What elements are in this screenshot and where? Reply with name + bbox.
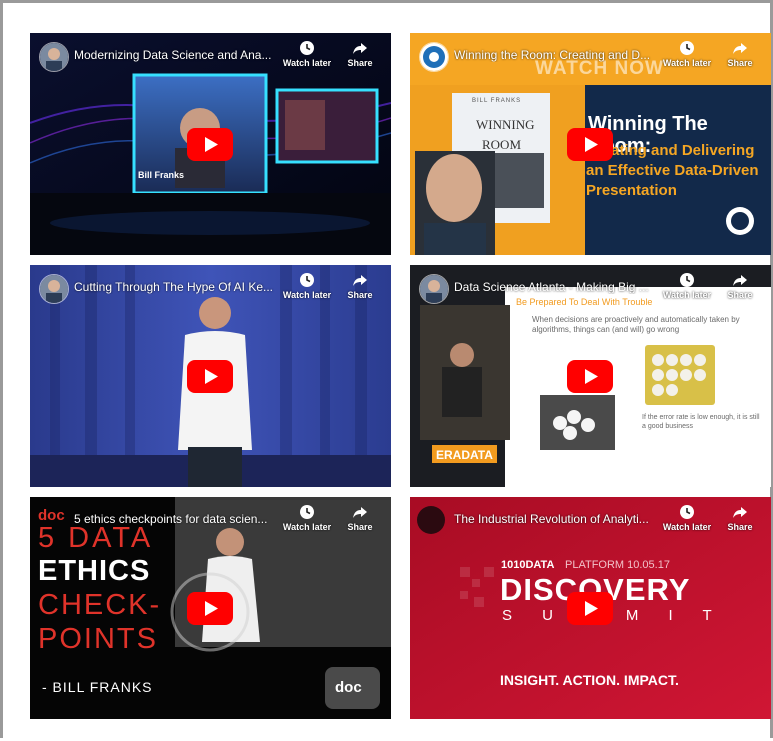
share-button[interactable]: Share [340,272,380,300]
watch-later-button[interactable]: Watch later [278,272,336,300]
svg-text:Bill Franks: Bill Franks [138,170,184,180]
share-arrow-icon [720,504,760,522]
video-tile-data-science-atlanta[interactable]: Be Prepared To Deal With Trouble When de… [410,265,771,487]
tagline: INSIGHT. ACTION. IMPACT. [500,672,679,688]
channel-avatar[interactable] [39,42,69,72]
watch-later-label: Watch later [282,290,332,300]
share-arrow-icon [340,272,380,290]
book-title-2: ROOM [482,137,522,152]
video-tile-modernizing[interactable]: Bill Franks Modernizing Data Science and… [30,33,391,255]
video-title[interactable]: Cutting Through The Hype Of AI Ke... [74,280,279,294]
share-label: Share [347,58,373,68]
doc-logo-bottom: doc [335,679,362,696]
share-label: Share [727,522,753,532]
share-button[interactable]: Share [340,504,380,532]
watch-later-label: Watch later [662,522,712,532]
share-button[interactable]: Share [720,40,760,68]
watch-later-label: Watch later [662,290,712,300]
channel-avatar[interactable] [419,274,449,304]
channel-avatar[interactable] [419,42,449,72]
watch-later-label: Watch later [282,522,332,532]
share-label: Share [347,522,373,532]
slide-corner-text: If the error rate is low enough, it is s… [642,414,760,430]
watch-later-button[interactable]: Watch later [658,272,716,300]
headline-3: an Effective Data-Driven [586,162,759,179]
clock-icon [278,504,336,522]
ethics-line-2: ETHICS [38,555,151,587]
share-arrow-icon [720,40,760,58]
clock-icon [658,504,716,522]
share-button[interactable]: Share [720,504,760,532]
slide-heading: Be Prepared To Deal With Trouble [516,297,653,307]
video-title[interactable]: Winning the Room: Creating and D... [454,48,659,62]
share-label: Share [727,58,753,68]
watch-later-button[interactable]: Watch later [278,40,336,68]
video-tile-ethics-checkpoints[interactable]: doc 5 DATA ETHICS CHECK- POINTS - BILL F… [30,497,391,719]
video-title[interactable]: Data Science Atlanta - Making Big ... [454,280,659,294]
video-title[interactable]: The Industrial Revolution of Analyti... [454,512,659,526]
platform-date: PLATFORM 10.05.17 [565,559,670,571]
play-button-icon[interactable] [187,592,233,625]
watch-later-button[interactable]: Watch later [658,40,716,68]
play-button-icon[interactable] [567,592,613,625]
share-button[interactable]: Share [340,40,380,68]
video-tile-winning-room[interactable]: WATCH NOW BILL FRANKS WINNING ROOM Winni… [410,33,771,255]
share-button[interactable]: Share [720,272,760,300]
play-button-icon[interactable] [567,128,613,161]
book-author: BILL FRANKS [472,98,522,104]
video-grid: Bill Franks Modernizing Data Science and… [27,33,771,719]
ethics-byline: - BILL FRANKS [42,679,153,695]
video-tile-hype-ai[interactable]: Cutting Through The Hype Of AI Ke... Wat… [30,265,391,487]
share-arrow-icon [340,504,380,522]
video-title[interactable]: 5 ethics checkpoints for data scien... [74,512,279,526]
share-arrow-icon [340,40,380,58]
video-title[interactable]: Modernizing Data Science and Ana... [74,48,279,62]
share-label: Share [347,290,373,300]
clock-icon [278,40,336,58]
video-tile-industrial-revolution[interactable]: 1010DATA PLATFORM 10.05.17 DISCOVERY S U… [410,497,771,719]
share-label: Share [727,290,753,300]
watch-later-label: Watch later [282,58,332,68]
watch-later-label: Watch later [662,58,712,68]
slide-text: When decisions are proactively and autom… [532,315,740,334]
brand-name: 1010DATA [501,559,555,571]
headline-4: Presentation [586,182,677,199]
teradata-logo: ERADATA [436,448,493,462]
play-button-icon[interactable] [567,360,613,393]
watch-later-button[interactable]: Watch later [658,504,716,532]
play-button-icon[interactable] [187,360,233,393]
ethics-line-3: CHECK- [38,589,162,621]
share-arrow-icon [720,272,760,290]
channel-avatar[interactable] [39,274,69,304]
ethics-line-1: 5 DATA [38,522,154,554]
clock-icon [658,272,716,290]
clock-icon [278,272,336,290]
ethics-line-4: POINTS [38,623,158,655]
summit-label: S U M M I T [502,607,725,624]
watch-later-button[interactable]: Watch later [278,504,336,532]
clock-icon [658,40,716,58]
book-title-1: WINNING [476,117,535,132]
play-button-icon[interactable] [187,128,233,161]
